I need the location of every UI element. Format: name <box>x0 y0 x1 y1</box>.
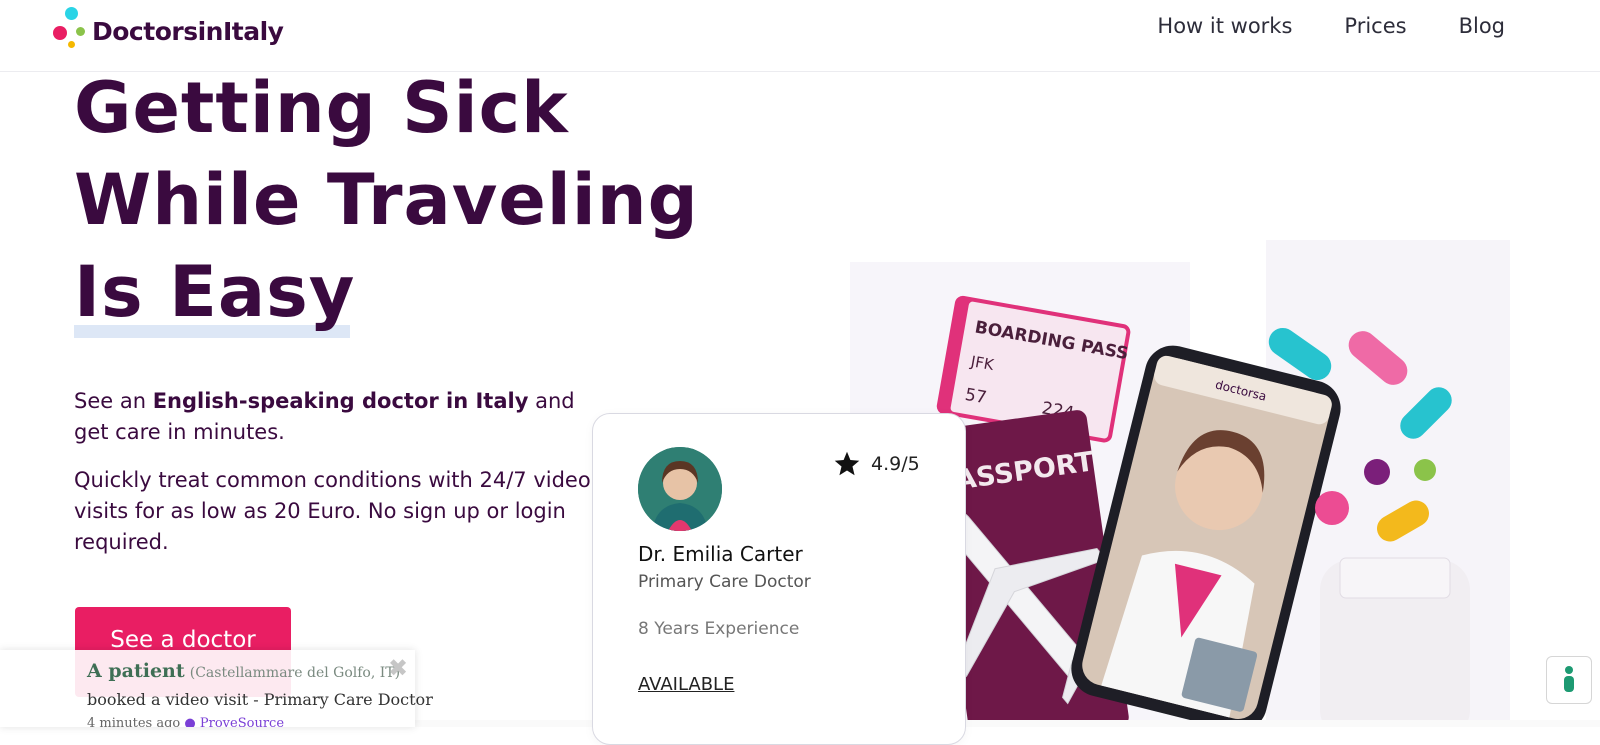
rating-value: 4.9/5 <box>871 453 920 475</box>
lead-emphasis: English-speaking doctor in Italy <box>152 389 529 413</box>
doctor-avatar <box>638 447 722 531</box>
nav-blog[interactable]: Blog <box>1459 14 1505 38</box>
boarding-pass-number-a: 57 <box>963 385 988 408</box>
brand-name: DoctorsinItaly <box>92 17 284 46</box>
toast-location: (Castellammare del Golfo, IT) <box>189 665 401 681</box>
hero-headline: Getting Sick While Traveling Is Easy <box>74 62 794 338</box>
nav-how-it-works[interactable]: How it works <box>1157 14 1292 38</box>
toast-provider[interactable]: ProveSource <box>200 716 284 727</box>
hero-description: Quickly treat common conditions with 24/… <box>74 468 591 554</box>
doctor-rating: 4.9/5 <box>833 450 920 478</box>
verified-icon: ● <box>184 716 196 727</box>
headline-line-2: While Traveling <box>74 159 699 241</box>
star-icon <box>834 451 860 476</box>
social-proof-toast[interactable]: A patient (Castellammare del Golfo, IT) … <box>0 650 433 727</box>
headline-line-1: Getting Sick <box>74 67 569 149</box>
accessibility-icon <box>1564 666 1574 692</box>
toast-user: A patient <box>87 660 185 682</box>
toast-title: A patient (Castellammare del Golfo, IT) <box>87 660 400 682</box>
toast-time: 4 minutes ago <box>87 716 181 727</box>
logo-dots-icon <box>51 6 91 50</box>
nav-prices[interactable]: Prices <box>1344 14 1406 38</box>
close-icon[interactable]: ✖ <box>388 654 408 682</box>
pill-bottle <box>1320 557 1470 727</box>
doctor-name: Dr. Emilia Carter <box>638 542 803 566</box>
site-header: DoctorsinItaly How it works Prices Blog <box>0 0 1600 72</box>
headline-line-3: Is Easy <box>74 251 356 333</box>
doctor-specialty: Primary Care Doctor <box>638 572 811 592</box>
availability-link[interactable]: AVAILABLE <box>638 674 734 695</box>
doctor-card[interactable]: 4.9/5 Dr. Emilia Carter Primary Care Doc… <box>592 413 966 745</box>
toast-footer: 4 minutes ago ● ProveSource <box>87 716 284 727</box>
lead-prefix: See an <box>74 389 153 413</box>
logo[interactable]: DoctorsinItaly <box>51 6 291 50</box>
main-nav: How it works Prices Blog <box>1157 14 1505 38</box>
toast-message: booked a video visit - Primary Care Doct… <box>87 690 433 709</box>
doctor-experience: 8 Years Experience <box>638 619 800 639</box>
hero-lead: See an English-speaking doctor in Italy … <box>74 386 594 448</box>
accessibility-button[interactable] <box>1546 656 1592 704</box>
